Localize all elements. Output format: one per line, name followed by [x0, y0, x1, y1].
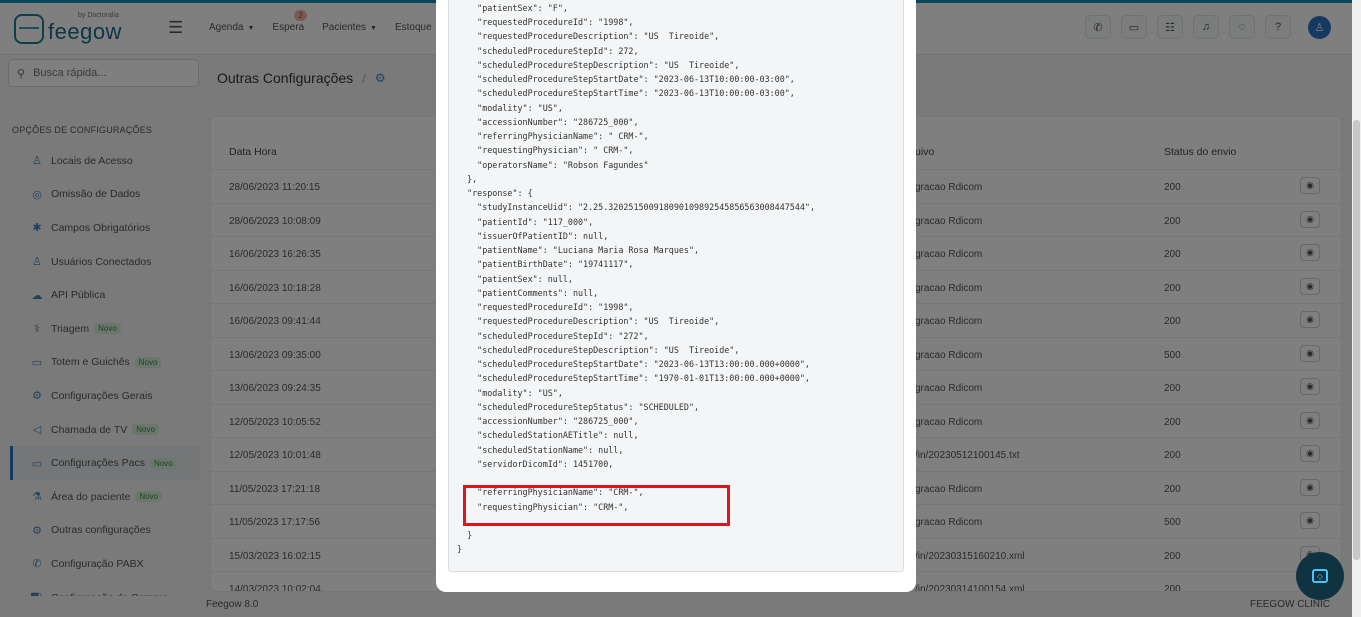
highlight-annotation: [463, 485, 730, 526]
json-line: }: [457, 544, 463, 555]
json-line: "patientSex": "F",: [457, 2, 568, 13]
json-line: }: [457, 530, 473, 540]
page-scrollbar[interactable]: [1352, 0, 1361, 617]
floating-chat-button[interactable]: ◇: [1296, 552, 1344, 600]
json-line: "referringPhysicianName": " CRM-",: [457, 131, 649, 141]
json-payload: "patientBirthDate": "19741117", "patient…: [457, 0, 815, 557]
json-line: "requestedProcedureDescription": "US Tir…: [457, 31, 720, 42]
json-line: "requestedProcedureDescription": "US Tir…: [457, 316, 720, 327]
json-line: "scheduledProcedureStepStatus": "SCHEDUL…: [457, 401, 700, 412]
json-line: "issuerOfPatientID": null,: [457, 230, 609, 241]
json-line: "scheduledProcedureStepDescription": "US…: [457, 59, 740, 70]
json-line: "scheduledProcedureStepStartDate": "2023…: [457, 74, 795, 84]
json-line: "patientSex": null,: [457, 273, 573, 284]
json-line: "operatorsName": "Robson Fagundes": [457, 159, 649, 170]
json-line: "accessionNumber": "286725_000",: [457, 416, 639, 426]
json-line: "modality": "US",: [457, 387, 563, 398]
json-line: "scheduledStationName": null,: [457, 444, 624, 455]
json-line: "scheduledProcedureStepStartDate": "2023…: [457, 359, 810, 369]
json-line: "patientComments": null,: [457, 287, 599, 298]
json-line: "modality": "US",: [457, 102, 563, 113]
json-line: "accessionNumber": "286725_000",: [457, 116, 639, 127]
json-line: "scheduledProcedureStepStartTime": "1970…: [457, 373, 810, 384]
json-line: "scheduledProcedureStepId": 272,: [457, 45, 639, 56]
json-line: "studyInstanceUid": "2.25.32025150091809…: [457, 202, 815, 213]
json-line: "scheduledProcedureStepStartTime": "2023…: [457, 88, 795, 99]
json-line: "requestedProcedureId": "1998",: [457, 302, 634, 312]
json-line: "scheduledProcedureStepDescription": "US…: [457, 344, 740, 355]
json-line: "patientId": "117_000",: [457, 216, 594, 227]
json-line: },: [457, 173, 478, 184]
json-line: "scheduledStationAETitle": null,: [457, 430, 639, 441]
json-line: [457, 471, 815, 485]
scrollbar-thumb[interactable]: [1353, 120, 1360, 560]
json-line: "patientBirthDate": "19741117",: [457, 259, 634, 270]
json-line: "requestedProcedureId": "1998",: [457, 17, 634, 27]
json-line: "response": {: [457, 188, 533, 198]
json-line: "servidorDicomId": 1451700,: [457, 458, 614, 469]
json-line: "patientName": "Luciana Maria Rosa Marqu…: [457, 245, 700, 255]
json-line: "requestingPhysician": " CRM-",: [457, 145, 634, 156]
json-line: "scheduledProcedureStepId": "272",: [457, 330, 649, 341]
chat-widget-icon: ◇: [1312, 569, 1328, 583]
